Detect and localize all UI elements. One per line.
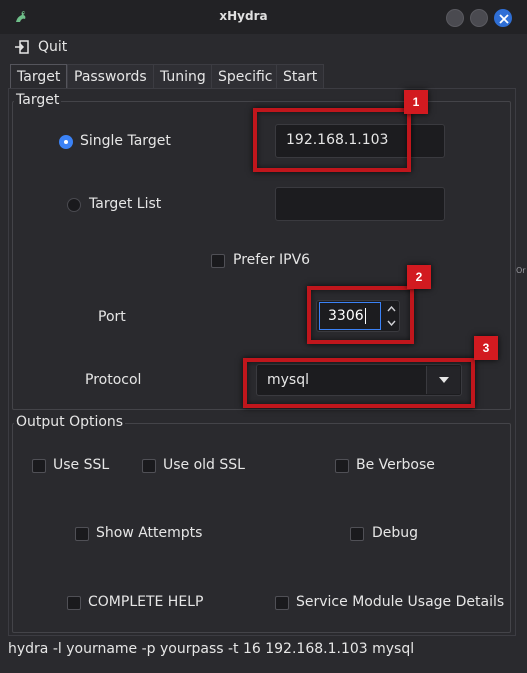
show-attempts-label: Show Attempts (96, 525, 203, 541)
debug-checkbox[interactable] (350, 527, 364, 541)
highlight-target-ip (253, 108, 411, 172)
use-ssl-label: Use SSL (53, 457, 110, 473)
maximize-button[interactable] (470, 9, 488, 27)
tab-target[interactable]: Target (10, 64, 68, 89)
single-target-label: Single Target (80, 133, 171, 149)
menu-bar (0, 34, 527, 60)
target-list-radio[interactable] (67, 198, 81, 212)
target-list-input[interactable] (275, 187, 445, 221)
show-attempts-checkbox[interactable] (75, 527, 89, 541)
minimize-button[interactable] (446, 9, 464, 27)
exit-icon (15, 40, 29, 54)
be-verbose-label: Be Verbose (356, 457, 435, 473)
output-options-title: Output Options (14, 414, 126, 430)
tab-start[interactable]: Start (276, 64, 325, 88)
protocol-label: Protocol (85, 372, 142, 388)
tab-passwords[interactable]: Passwords (67, 64, 154, 88)
xhydra-window: xHydra Quit Target Passwords Tuning Spec… (0, 0, 527, 673)
command-preview: hydra -l yourname -p yourpass -t 16 192.… (8, 641, 415, 657)
complete-help-label: COMPLETE HELP (88, 594, 204, 610)
be-verbose-checkbox[interactable] (335, 459, 349, 473)
annotation-badge-2: 2 (407, 265, 431, 289)
tab-tuning[interactable]: Tuning (153, 64, 213, 88)
service-module-checkbox[interactable] (275, 596, 289, 610)
port-label: Port (98, 309, 126, 325)
single-target-radio[interactable] (59, 135, 73, 149)
use-ssl-checkbox[interactable] (32, 459, 46, 473)
highlight-port (307, 286, 414, 344)
use-old-ssl-checkbox[interactable] (142, 459, 156, 473)
complete-help-checkbox[interactable] (67, 596, 81, 610)
annotation-badge-1: 1 (404, 90, 428, 114)
tab-specific[interactable]: Specific (211, 64, 280, 88)
service-module-label: Service Module Usage Details (296, 594, 505, 610)
window-title: xHydra (219, 9, 268, 23)
background-fragment: Or (516, 266, 526, 275)
close-button[interactable] (494, 9, 512, 27)
target-group-title: Target (14, 92, 62, 108)
title-bar: xHydra (0, 0, 527, 34)
use-old-ssl-label: Use old SSL (163, 457, 245, 473)
prefer-ipv6-label: Prefer IPV6 (233, 252, 311, 268)
debug-label: Debug (372, 525, 419, 541)
close-icon (499, 14, 509, 24)
quit-label: Quit (38, 39, 68, 55)
annotation-badge-3: 3 (474, 336, 498, 360)
prefer-ipv6-checkbox[interactable] (211, 254, 225, 268)
target-list-label: Target List (89, 196, 162, 212)
quit-menu-item[interactable]: Quit (14, 38, 67, 56)
highlight-protocol (243, 358, 475, 408)
